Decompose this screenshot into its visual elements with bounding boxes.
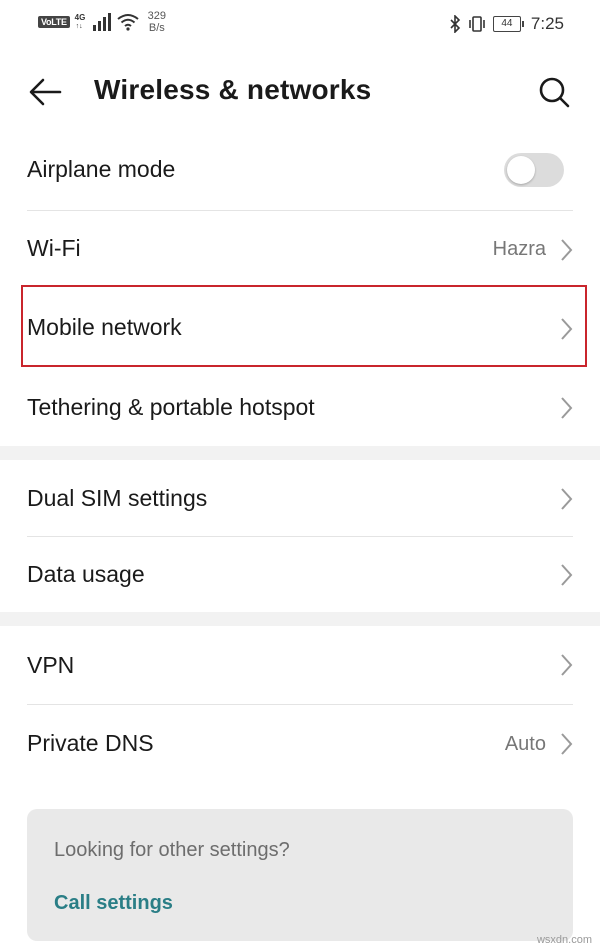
status-right: 44 7:25 bbox=[449, 14, 564, 34]
bluetooth-icon bbox=[450, 15, 461, 33]
search-button[interactable] bbox=[532, 70, 576, 114]
wifi-icon bbox=[117, 14, 139, 31]
network-type-label: 4G bbox=[74, 13, 86, 22]
network-speed-value: 329 bbox=[147, 10, 167, 22]
battery-indicator: 44 bbox=[492, 16, 524, 32]
cell-signal-icon bbox=[92, 13, 111, 31]
call-settings-link[interactable]: Call settings bbox=[54, 892, 173, 915]
settings-item-dual-sim[interactable]: Dual SIM settings bbox=[0, 460, 600, 536]
settings-item-label: Tethering & portable hotspot bbox=[27, 394, 315, 420]
back-button[interactable] bbox=[24, 70, 68, 114]
settings-item-label: Mobile network bbox=[27, 314, 182, 340]
settings-item-private-dns[interactable]: Private DNS Auto bbox=[0, 705, 600, 783]
settings-item-label: Dual SIM settings bbox=[27, 485, 208, 511]
private-dns-value: Auto bbox=[504, 733, 546, 755]
watermark: wsxdn.com bbox=[536, 934, 592, 946]
wifi-network-name: Hazra bbox=[492, 238, 546, 260]
network-speed-unit: B/s bbox=[148, 22, 165, 34]
settings-item-mobile-network[interactable]: Mobile network bbox=[0, 289, 600, 368]
chevron-right-icon bbox=[561, 733, 573, 755]
settings-item-label: Airplane mode bbox=[27, 156, 176, 182]
app-bar: Wireless & networks bbox=[0, 52, 600, 130]
other-settings-card: Looking for other settings? Call setting… bbox=[27, 809, 573, 941]
settings-section-sim-data: Dual SIM settings Data usage bbox=[0, 460, 600, 612]
volte-badge: VoLTE bbox=[38, 16, 70, 28]
toggle-knob bbox=[507, 156, 535, 184]
chevron-right-icon bbox=[561, 654, 573, 676]
settings-item-vpn[interactable]: VPN bbox=[0, 626, 600, 704]
chevron-right-icon bbox=[561, 564, 573, 586]
settings-item-label: Data usage bbox=[27, 561, 145, 587]
settings-item-label: VPN bbox=[27, 652, 75, 678]
other-settings-prompt: Looking for other settings? bbox=[54, 839, 290, 861]
settings-item-data-usage[interactable]: Data usage bbox=[0, 537, 600, 612]
chevron-right-icon bbox=[561, 239, 573, 261]
network-speed: 329 B/s bbox=[148, 10, 166, 34]
airplane-mode-toggle[interactable] bbox=[504, 153, 564, 187]
search-icon bbox=[539, 77, 570, 108]
settings-section-connectivity: Airplane mode Wi-Fi Hazra Mobile network… bbox=[0, 130, 600, 446]
back-arrow-icon bbox=[29, 78, 62, 106]
settings-item-airplane-mode[interactable]: Airplane mode bbox=[0, 130, 600, 210]
page-title: Wireless & networks bbox=[94, 74, 372, 105]
settings-item-label: Private DNS bbox=[27, 730, 154, 756]
vibrate-icon bbox=[469, 16, 485, 32]
chevron-right-icon bbox=[561, 397, 573, 419]
chevron-right-icon bbox=[561, 488, 573, 510]
status-bar: VoLTE 4G ↑↓ 329 B/s 44 7:25 bbox=[0, 0, 600, 52]
chevron-right-icon bbox=[561, 318, 573, 340]
settings-item-label: Wi-Fi bbox=[27, 235, 81, 261]
status-left: VoLTE 4G ↑↓ 329 B/s bbox=[38, 10, 166, 34]
settings-item-wifi[interactable]: Wi-Fi Hazra bbox=[0, 211, 600, 289]
network-type-icon: 4G ↑↓ bbox=[74, 13, 86, 30]
settings-item-tethering[interactable]: Tethering & portable hotspot bbox=[0, 368, 600, 446]
status-time: 7:25 bbox=[530, 14, 564, 33]
